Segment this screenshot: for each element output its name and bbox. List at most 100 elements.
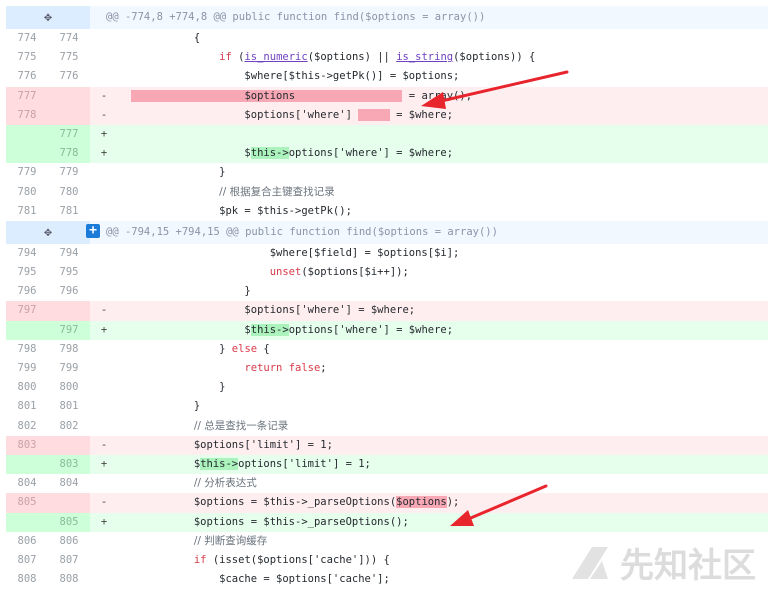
old-line-number[interactable]: 800 [6, 378, 48, 398]
code-token: } [118, 400, 201, 413]
new-line-number[interactable]: 807 [48, 550, 90, 571]
old-line-number[interactable]: 804 [6, 474, 48, 494]
new-line-number[interactable]: 808 [48, 570, 90, 590]
code-token: $ [118, 323, 251, 336]
new-line-number[interactable] [48, 435, 90, 455]
old-line-number[interactable]: 795 [6, 263, 48, 283]
old-line-number[interactable] [6, 124, 48, 145]
old-line-number[interactable] [6, 454, 48, 475]
code-text: } [118, 378, 768, 397]
new-line-number[interactable]: 774 [48, 29, 90, 49]
old-line-number[interactable]: 774 [6, 29, 48, 49]
old-line-number[interactable]: 779 [6, 163, 48, 183]
new-line-number[interactable] [48, 86, 90, 106]
old-line-number[interactable] [6, 144, 48, 164]
old-line-number[interactable] [6, 320, 48, 340]
code-text: { [118, 29, 768, 48]
added-line: 778 + $this->options['where'] = $where; [6, 144, 768, 164]
old-line-number[interactable]: 794 [6, 243, 48, 264]
old-line-number[interactable]: 777 [6, 86, 48, 106]
old-line-number[interactable]: 775 [6, 48, 48, 68]
new-line-number[interactable]: 803 [48, 454, 90, 475]
old-line-number[interactable]: 807 [6, 550, 48, 571]
code-token: ; [320, 362, 327, 374]
code-text: $pk = $this->getPk(); [118, 202, 768, 221]
new-line-number[interactable]: 799 [48, 359, 90, 379]
code-text: } [118, 282, 768, 301]
old-line-number[interactable]: 798 [6, 339, 48, 359]
old-line-number[interactable] [6, 512, 48, 532]
expand-arrows-icon[interactable]: ✥ + [6, 220, 100, 244]
diff-marker [90, 474, 118, 493]
new-line-number[interactable]: 779 [48, 163, 90, 183]
code-text: $this->options['where'] = $where; [118, 144, 768, 163]
annotation-arrow-2 [450, 484, 548, 526]
diff-marker [90, 263, 118, 282]
old-line-number[interactable]: 801 [6, 397, 48, 417]
code-token: else [231, 342, 258, 355]
code-token: // 根据复合主键查找记录 [219, 185, 335, 198]
old-line-number[interactable]: 778 [6, 105, 48, 125]
add-comment-button[interactable]: + [86, 223, 100, 238]
old-line-number[interactable]: 799 [6, 359, 48, 379]
new-line-number[interactable]: 781 [48, 201, 90, 221]
code-token: // 总是查找一条记录 [193, 419, 289, 432]
watermark: 先知社区 [568, 538, 756, 587]
new-line-number[interactable]: 800 [48, 378, 90, 398]
new-line-number[interactable]: 798 [48, 339, 90, 359]
new-line-number[interactable]: 796 [48, 282, 90, 302]
expand-arrows-icon[interactable]: ✥ [6, 6, 90, 29]
new-line-number[interactable]: 777 [48, 124, 90, 145]
old-line-number[interactable]: 803 [6, 435, 48, 455]
code-text: // 根据复合主键查找记录 [118, 183, 768, 202]
code-text: $where[$field] = $options[$i]; [118, 244, 768, 263]
old-line-number[interactable]: 780 [6, 182, 48, 202]
old-line-number[interactable]: 797 [6, 301, 48, 321]
diff-marker: - [100, 438, 108, 451]
new-line-number[interactable]: 797 [48, 320, 90, 340]
old-line-number[interactable]: 781 [6, 201, 48, 221]
new-line-number[interactable]: 778 [48, 144, 90, 164]
code-token: return false [244, 362, 321, 374]
code-token: this-> [250, 323, 289, 336]
old-line-number[interactable]: 806 [6, 531, 48, 551]
code-token: $cache = $options['cache']; [118, 573, 390, 586]
old-line-number[interactable]: 805 [6, 493, 48, 513]
new-line-number[interactable]: 794 [48, 243, 90, 264]
code-token: } [118, 166, 226, 179]
new-line-number[interactable]: 795 [48, 263, 90, 283]
diff-marker [90, 551, 118, 570]
code-token: $options['where'] [118, 108, 359, 121]
new-line-number[interactable] [48, 301, 90, 321]
new-line-number[interactable] [48, 493, 90, 513]
deleted-line: 777- $options = array(); [6, 86, 768, 106]
new-line-number[interactable]: 775 [48, 48, 90, 68]
code-token: { [257, 342, 270, 355]
diff-view: ✥ @@ -774,8 +774,8 @@ public function fin… [6, 6, 768, 590]
diff-marker: + [100, 323, 108, 336]
code-text: $options = $this->_parseOptions($options… [118, 493, 768, 512]
new-line-number[interactable]: 801 [48, 397, 90, 417]
code-text: $options = $this->_parseOptions(); [118, 513, 768, 532]
code-token: if [193, 553, 207, 566]
new-line-number[interactable]: 780 [48, 182, 90, 202]
old-line-number[interactable]: 808 [6, 570, 48, 590]
new-line-number[interactable]: 804 [48, 474, 90, 494]
diff-marker: + [100, 147, 108, 160]
code-token: // 判断查询缓存 [193, 534, 268, 547]
new-line-number[interactable]: 805 [48, 512, 90, 532]
new-line-number[interactable]: 776 [48, 67, 90, 87]
hunk-header-text: @@ -774,8 +774,8 @@ public function find… [106, 11, 486, 23]
new-line-number[interactable]: 802 [48, 416, 90, 436]
new-line-number[interactable] [48, 105, 90, 125]
code-token: { [118, 32, 201, 44]
code-token: $ [118, 147, 251, 160]
old-line-number[interactable]: 802 [6, 416, 48, 436]
new-line-number[interactable]: 806 [48, 531, 90, 551]
code-text: $options['where'] = $where; [118, 301, 768, 320]
old-line-number[interactable]: 776 [6, 67, 48, 87]
old-line-number[interactable]: 796 [6, 282, 48, 302]
